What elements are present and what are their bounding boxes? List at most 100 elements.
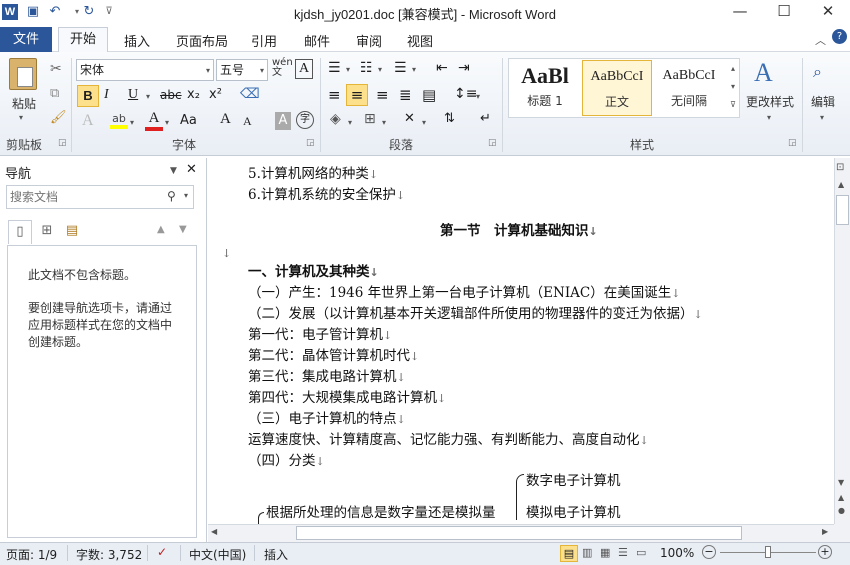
vertical-scroll-thumb[interactable] [836,195,849,225]
web-layout-icon[interactable]: ▦ [600,546,610,559]
align-left-icon[interactable]: ≡ [328,86,341,104]
font-launcher-icon[interactable]: ◲ [306,138,315,148]
tab-home[interactable]: 开始 [58,27,108,53]
grow-font-button[interactable]: A [220,111,231,128]
subscript-button[interactable]: x₂ [187,87,200,102]
styles-launcher-icon[interactable]: ◲ [788,138,797,148]
paste-dropdown-icon[interactable]: ▾ [19,113,23,122]
search-input[interactable] [10,187,160,207]
style-heading-1[interactable]: AaBl 标题 1 [510,60,580,116]
change-styles-icon[interactable]: A [754,58,773,88]
line-spacing-dropdown-icon[interactable]: ▾ [476,92,480,101]
editing-button[interactable]: 编辑 [806,92,840,112]
page-count[interactable]: 页面: 1/9 [6,546,57,563]
line-spacing-icon[interactable]: ↕≡ [454,86,477,102]
font-name-combo[interactable]: 宋体 ▾ [76,59,214,81]
borders-dropdown-icon[interactable]: ▾ [382,118,386,127]
binoculars-icon[interactable]: ⌕ [813,62,822,82]
print-layout-view-icon[interactable]: ▤ [560,545,578,562]
search-icon[interactable]: ⚲ [167,189,176,203]
proofing-icon[interactable]: ✓ [157,545,167,559]
tab-page-layout[interactable]: 页面布局 [176,31,228,50]
collapse-ribbon-icon[interactable]: ︿ [815,32,826,48]
cut-icon[interactable]: ✂ [50,61,62,77]
styles-scroll-icon[interactable]: ▴ ▾ ⊽ [728,60,738,114]
close-button[interactable]: ✕ [806,0,850,24]
format-painter-icon[interactable]: 🖌 [50,110,67,125]
paragraph-launcher-icon[interactable]: ◲ [488,138,497,148]
bold-button[interactable]: B [77,85,99,107]
zoom-slider-thumb[interactable] [765,546,771,558]
change-case-button[interactable]: Aa [180,113,197,128]
highlight-dropdown-icon[interactable]: ▾ [130,118,134,127]
nav-headings-tab-icon[interactable]: ▯ [8,220,32,244]
help-icon[interactable]: ? [832,29,847,44]
italic-button[interactable]: I [104,87,109,103]
bullets-dropdown-icon[interactable]: ▾ [346,65,350,74]
font-color-dropdown-icon[interactable]: ▾ [165,118,169,127]
underline-dropdown-icon[interactable]: ▾ [146,92,150,101]
nav-close-icon[interactable]: ✕ [186,162,197,177]
font-color-icon[interactable]: A [145,110,163,131]
align-right-icon[interactable]: ≡ [376,86,389,104]
paste-button-label[interactable]: 粘贴 [6,94,42,114]
borders-icon[interactable]: ⊞ [364,111,376,127]
tab-file[interactable]: 文件 [0,27,52,52]
copy-icon[interactable]: ⧉ [50,86,59,101]
style-no-spacing[interactable]: AaBbCcI 无间隔 [654,60,724,116]
justify-icon[interactable]: ≣ [399,86,412,104]
tab-mailings[interactable]: 邮件 [304,31,330,50]
zoom-level[interactable]: 100% [660,546,694,560]
enclose-characters-icon[interactable]: 字 [296,111,314,129]
tab-review[interactable]: 审阅 [356,31,382,50]
increase-indent-icon[interactable]: ⇥ [458,60,470,76]
zoom-out-icon[interactable]: − [702,545,716,559]
highlight-color-icon[interactable]: ab [110,111,128,129]
scroll-right-icon[interactable]: ▶ [822,527,828,536]
nav-next-icon[interactable]: ▼ [179,224,187,235]
tab-view[interactable]: 视图 [407,31,433,50]
clipboard-launcher-icon[interactable]: ◲ [58,138,67,148]
align-center-icon[interactable]: ≡ [346,84,368,106]
zoom-in-icon[interactable]: + [818,545,832,559]
full-screen-reading-icon[interactable]: ▥ [582,546,592,559]
sort-icon[interactable]: ⇅ [444,111,455,126]
language-indicator[interactable]: 中文(中国) [189,546,246,563]
tab-references[interactable]: 引用 [251,31,277,50]
chevron-down-icon[interactable]: ▾ [206,61,210,81]
character-shading-icon[interactable]: A [275,112,291,130]
scroll-left-icon[interactable]: ◀ [211,527,217,536]
scroll-up-icon[interactable]: ▲ [838,180,844,189]
nav-options-icon[interactable]: ▼ [170,166,177,176]
font-size-combo[interactable]: 五号 ▾ [216,59,268,81]
search-document-box[interactable]: ⚲ ▾ [6,185,194,209]
insert-mode-indicator[interactable]: 插入 [264,546,288,563]
phonetic-guide-icon[interactable]: wén 文 [272,58,293,78]
decrease-indent-icon[interactable]: ⇤ [436,60,448,76]
change-styles-button[interactable]: 更改样式 [744,92,796,112]
clear-formatting-icon[interactable]: ⌫ [240,86,260,102]
superscript-button[interactable]: x² [209,87,222,102]
draft-view-icon[interactable]: ▭ [636,546,646,559]
chinese-layout-dropdown-icon[interactable]: ▾ [422,118,426,127]
strikethrough-button[interactable]: abc [160,88,182,102]
previous-page-icon[interactable]: ▲ [838,493,844,502]
document-page[interactable]: 5.计算机网络的种类↓ 6.计算机系统的安全保护↓ 第一节 计算机基础知识↓ ↓… [208,158,834,524]
multilevel-list-icon[interactable]: ☰ [394,60,407,76]
change-styles-dropdown-icon[interactable]: ▾ [767,113,771,122]
style-normal[interactable]: AaBbCcI 正文 [582,60,652,116]
text-effects-icon[interactable]: A [82,112,94,130]
paste-icon[interactable] [9,58,37,90]
numbering-dropdown-icon[interactable]: ▾ [378,65,382,74]
maximize-button[interactable]: ☐ [762,0,806,24]
multilevel-dropdown-icon[interactable]: ▾ [412,65,416,74]
outline-view-icon[interactable]: ☰ [618,546,628,559]
chinese-layout-icon[interactable]: ✕ [404,111,415,126]
ruler-toggle-icon[interactable]: ⊡ [836,162,844,173]
distributed-icon[interactable]: ▤ [422,86,436,104]
numbering-icon[interactable]: ☷ [360,60,373,76]
word-count[interactable]: 字数: 3,752 [76,546,142,563]
tab-insert[interactable]: 插入 [124,31,150,50]
show-marks-icon[interactable]: ↵ [480,111,491,126]
editing-dropdown-icon[interactable]: ▾ [820,113,824,122]
